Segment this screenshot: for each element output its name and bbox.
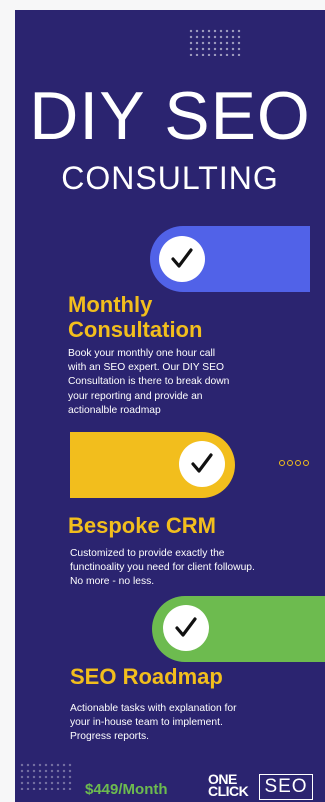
section-body-bespoke-crm: Customized to provide exactly the functi… (70, 548, 255, 588)
section-body-monthly-consultation: Book your monthly one hour call with an … (68, 348, 230, 416)
section-heading-monthly-consultation: Monthly Consultation (68, 292, 203, 342)
infographic-card: DIY SEO CONSULTING Monthly Consultation … (15, 10, 325, 802)
check-icon (179, 441, 225, 487)
section-heading-bespoke-crm: Bespoke CRM (68, 513, 216, 538)
section-heading-seo-roadmap: SEO Roadmap (70, 664, 223, 689)
logo-seo-box: SEO (259, 774, 313, 800)
decorative-dot-grid (19, 762, 73, 790)
page-subtitle: CONSULTING (61, 160, 279, 196)
logo: ONE CLICK (208, 771, 249, 799)
price-label: $449/Month (85, 781, 168, 798)
check-icon (163, 605, 209, 651)
check-icon (159, 236, 205, 282)
decorative-dot-grid (188, 28, 242, 56)
section-body-seo-roadmap: Actionable tasks with explanation for yo… (70, 703, 237, 743)
ellipsis-decoration (279, 460, 309, 466)
page-title: DIY SEO (29, 78, 311, 154)
